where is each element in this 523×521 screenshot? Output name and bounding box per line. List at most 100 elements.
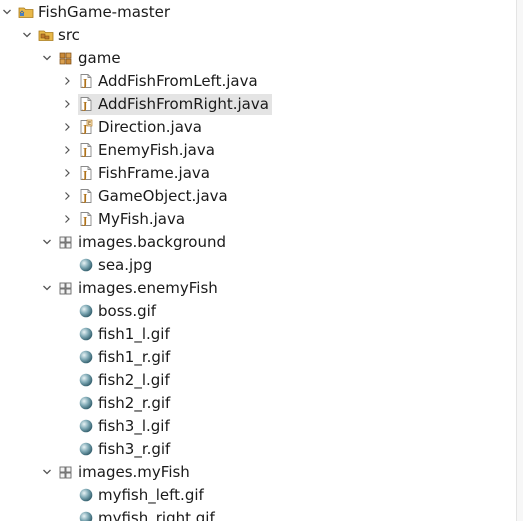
tree-item-content[interactable]: fish2_l.gif [78,370,173,391]
tree-item-content[interactable]: myfish_left.gif [78,485,207,506]
tree-item-label: FishGame-master [38,2,170,21]
tree-item-content[interactable]: fish1_r.gif [78,347,173,368]
tree-item[interactable]: fish2_r.gif [0,392,517,415]
image-file-icon [78,441,94,457]
tree-item-content[interactable]: J E Direction.java [78,117,205,138]
chevron-right-icon[interactable] [60,143,74,157]
image-file-icon [78,349,94,365]
tree-item-label: GameObject.java [98,186,228,205]
tree-item-content[interactable]: fish3_l.gif [78,416,173,437]
twisty-placeholder [60,442,74,456]
svg-text:J: J [82,148,87,158]
tree-item[interactable]: images.background [0,231,517,254]
tree-item-content[interactable]: J EnemyFish.java [78,140,218,161]
chevron-down-icon[interactable] [40,465,54,479]
tree-item-label: fish3_r.gif [98,439,171,458]
tree-item[interactable]: J FishFrame.java [0,162,517,185]
image-file-icon [78,326,94,342]
tree-item-label: EnemyFish.java [98,140,215,159]
tree-item[interactable]: myfish_right.gif [0,507,517,521]
tree-item-label: AddFishFromRight.java [98,94,269,113]
java-file-icon: J [78,96,94,112]
tree-item-content[interactable]: J AddFishFromRight.java [78,93,272,115]
svg-text:J: J [82,125,87,135]
chevron-right-icon[interactable] [60,120,74,134]
twisty-placeholder [60,511,74,521]
tree-item-label: images.background [78,232,227,251]
tree-item-content[interactable]: src [38,25,83,46]
tree-item-label: Direction.java [98,117,202,136]
tree-item-content[interactable]: FishGame-master [18,2,173,23]
tree-item-content[interactable]: images.background [58,232,229,253]
tree-item[interactable]: src [0,24,517,47]
tree-item-content[interactable]: images.myFish [58,462,193,483]
tree-item-label: images.myFish [78,462,190,481]
tree-item-content[interactable]: boss.gif [78,301,159,322]
tree-item-content[interactable]: fish2_r.gif [78,393,173,414]
chevron-right-icon[interactable] [60,212,74,226]
tree-item-content[interactable]: J FishFrame.java [78,163,213,184]
java-file-icon: J [78,188,94,204]
tree-item-content[interactable]: game [58,48,124,69]
twisty-placeholder [60,419,74,433]
image-file-icon [78,257,94,273]
tree-item[interactable]: fish2_l.gif [0,369,517,392]
image-file-icon [78,395,94,411]
chevron-down-icon[interactable] [40,235,54,249]
tree-item[interactable]: myfish_left.gif [0,484,517,507]
tree-item[interactable]: J EnemyFish.java [0,139,517,162]
tree-item[interactable]: game [0,47,517,70]
tree-item[interactable]: J GameObject.java [0,185,517,208]
tree-item-label: images.enemyFish [78,278,218,297]
tree-item-content[interactable]: images.enemyFish [58,278,221,299]
tree-item[interactable]: images.myFish [0,461,517,484]
vertical-scrollbar[interactable] [516,0,523,521]
tree-item[interactable]: sea.jpg [0,254,517,277]
tree-item[interactable]: J MyFish.java [0,208,517,231]
tree-item[interactable]: J AddFishFromRight.java [0,93,517,116]
tree-item-content[interactable]: J GameObject.java [78,186,231,207]
tree-item[interactable]: J AddFishFromLeft.java [0,70,517,93]
chevron-right-icon[interactable] [60,97,74,111]
tree-item-content[interactable]: sea.jpg [78,255,155,276]
image-file-icon [78,372,94,388]
tree-item[interactable]: J E Direction.java [0,116,517,139]
tree-item[interactable]: fish3_r.gif [0,438,517,461]
tree-item-label: myfish_left.gif [98,485,204,504]
tree-item-label: FishFrame.java [98,163,210,182]
tree-item[interactable]: FishGame-master [0,1,517,24]
resource-package-icon [58,280,74,296]
resource-package-icon [58,234,74,250]
chevron-right-icon[interactable] [60,74,74,88]
twisty-placeholder [60,304,74,318]
chevron-down-icon[interactable] [40,51,54,65]
chevron-right-icon[interactable] [60,189,74,203]
chevron-down-icon[interactable] [20,28,34,42]
twisty-placeholder [60,396,74,410]
project-folder-icon [18,4,34,20]
tree-item-content[interactable]: J MyFish.java [78,209,188,230]
tree-item-label: sea.jpg [98,255,153,274]
tree-item-content[interactable]: fish3_r.gif [78,439,173,460]
tree-item[interactable]: fish3_l.gif [0,415,517,438]
tree-item-label: game [78,48,121,67]
svg-text:E: E [88,121,91,127]
tree-item-content[interactable]: myfish_right.gif [78,508,218,521]
image-file-icon [78,487,94,503]
chevron-down-icon[interactable] [40,281,54,295]
tree-item[interactable]: fish1_r.gif [0,346,517,369]
tree-item-content[interactable]: J AddFishFromLeft.java [78,71,261,92]
tree-item-label: fish2_l.gif [98,370,170,389]
chevron-down-icon[interactable] [0,5,14,19]
twisty-placeholder [60,373,74,387]
resource-package-icon [58,464,74,480]
tree-item[interactable]: fish1_l.gif [0,323,517,346]
package-explorer-tree[interactable]: FishGame-master src game J AddFishFromLeft.j… [0,0,517,521]
tree-item[interactable]: images.enemyFish [0,277,517,300]
chevron-right-icon[interactable] [60,166,74,180]
tree-item-label: fish1_l.gif [98,324,170,343]
tree-item[interactable]: boss.gif [0,300,517,323]
tree-item-content[interactable]: fish1_l.gif [78,324,173,345]
tree-item-label: boss.gif [98,301,157,320]
package-icon [58,50,74,66]
